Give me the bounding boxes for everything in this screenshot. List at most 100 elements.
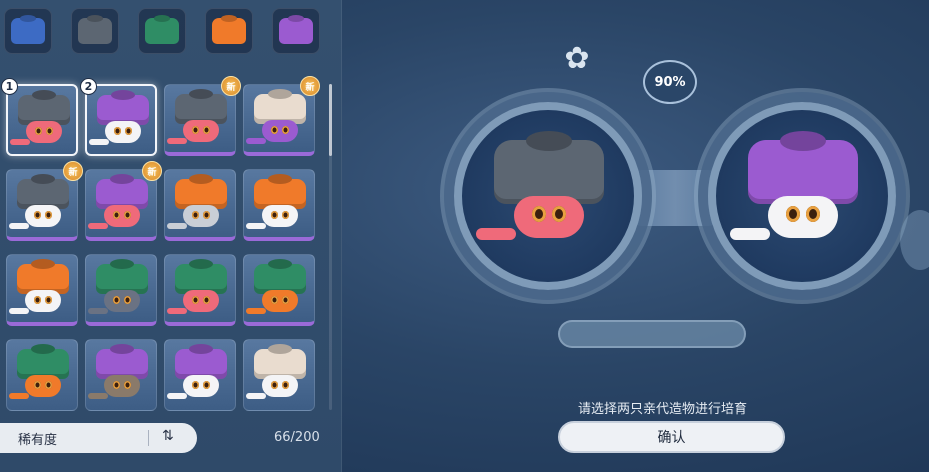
hat-icon: [212, 18, 246, 44]
creature-card[interactable]: [6, 254, 78, 326]
collection-count: 66/200: [274, 430, 320, 445]
sort-dropdown[interactable]: 稀有度 ⇅: [0, 423, 197, 453]
creature-body: [514, 196, 584, 238]
eye: [113, 211, 120, 219]
success-rate-badge: 90%: [643, 60, 697, 104]
creature-body: [183, 375, 219, 397]
creature-avatar: [246, 92, 306, 150]
eye: [786, 206, 800, 222]
creature-card[interactable]: [243, 169, 315, 241]
creature-body: [25, 375, 61, 397]
eye: [282, 296, 289, 304]
creature-avatar: [246, 262, 306, 320]
creature-avatar: [9, 347, 69, 405]
eye: [271, 381, 278, 389]
eye: [282, 126, 289, 134]
tail: [246, 138, 266, 144]
creature-card[interactable]: [85, 254, 157, 326]
eye: [192, 126, 199, 134]
confirm-button[interactable]: 确认: [558, 421, 785, 453]
eye: [124, 381, 131, 389]
creature-avatar: [167, 262, 227, 320]
creature-card[interactable]: [164, 339, 236, 411]
eye: [45, 381, 52, 389]
hat-icon: [78, 18, 112, 44]
tail: [89, 139, 109, 145]
creature-body: [262, 375, 298, 397]
tail: [88, 308, 108, 314]
creature-avatar: [246, 177, 306, 235]
eye: [35, 127, 42, 135]
creature-body: [183, 290, 219, 312]
eye: [282, 381, 289, 389]
parent-creature-right: [730, 136, 858, 256]
eye: [532, 206, 546, 222]
creature-card[interactable]: 新: [6, 161, 83, 241]
creature-body: [104, 375, 140, 397]
creature-card[interactable]: 2: [80, 78, 157, 156]
blue-hat-filter[interactable]: [4, 8, 52, 54]
orange-hat-filter[interactable]: [205, 8, 253, 54]
creature-avatar: [10, 93, 70, 151]
creature-body: [104, 205, 140, 227]
scroll-thumb[interactable]: [329, 84, 332, 156]
creature-body: [25, 205, 61, 227]
tail: [730, 228, 770, 240]
creature-grid: 12新新新新: [1, 76, 320, 411]
eye: [203, 126, 210, 134]
sort-divider: [148, 430, 149, 446]
creature-body: [262, 205, 298, 227]
green-hat-filter[interactable]: [138, 8, 186, 54]
creature-body: [262, 120, 298, 142]
creature-card[interactable]: [6, 339, 78, 411]
tail: [246, 393, 266, 399]
creature-card[interactable]: [85, 339, 157, 411]
creature-body: [25, 290, 61, 312]
creature-card[interactable]: 1: [1, 78, 78, 156]
flower-ornament-icon: ✿: [564, 41, 590, 76]
selection-number: 2: [80, 78, 97, 95]
breeding-prompt: 请选择两只亲代造物进行培育: [578, 402, 748, 417]
gray-hat-filter[interactable]: [71, 8, 119, 54]
eye: [192, 211, 199, 219]
tail: [88, 393, 108, 399]
eye: [282, 211, 289, 219]
eye: [192, 381, 199, 389]
sort-order-icon[interactable]: ⇅: [162, 428, 174, 444]
creature-card[interactable]: 新: [164, 76, 241, 156]
creature-card[interactable]: [243, 254, 315, 326]
creature-avatar: [167, 92, 227, 150]
tail: [167, 393, 187, 399]
tail: [88, 223, 108, 229]
tail: [9, 393, 29, 399]
creature-card[interactable]: 新: [243, 76, 320, 156]
creature-card[interactable]: [164, 254, 236, 326]
eye: [552, 206, 566, 222]
eye: [192, 296, 199, 304]
tail: [9, 223, 29, 229]
eye: [114, 127, 121, 135]
creature-avatar: [9, 262, 69, 320]
eye: [806, 206, 820, 222]
creature-body: [768, 196, 838, 238]
hat: [748, 140, 858, 204]
scrollbar[interactable]: [329, 84, 332, 410]
creature-avatar: [88, 347, 148, 405]
eye: [124, 296, 131, 304]
hat-icon: [11, 18, 45, 44]
parent-slot-left[interactable]: [454, 102, 642, 290]
creature-avatar: [9, 177, 69, 235]
eye: [124, 211, 131, 219]
collection-panel: 12新新新新 稀有度 ⇅ 66/200: [0, 0, 342, 472]
eye: [203, 381, 210, 389]
creature-card[interactable]: [164, 169, 236, 241]
eye: [34, 296, 41, 304]
creature-card[interactable]: 新: [85, 161, 162, 241]
sort-label: 稀有度: [18, 432, 58, 448]
bottom-bar: 稀有度 ⇅ 66/200: [0, 420, 342, 460]
purple-hat-filter[interactable]: [272, 8, 320, 54]
creature-body: [104, 290, 140, 312]
creature-card[interactable]: [243, 339, 315, 411]
parent-slot-right[interactable]: [708, 102, 896, 290]
creature-avatar: [88, 177, 148, 235]
